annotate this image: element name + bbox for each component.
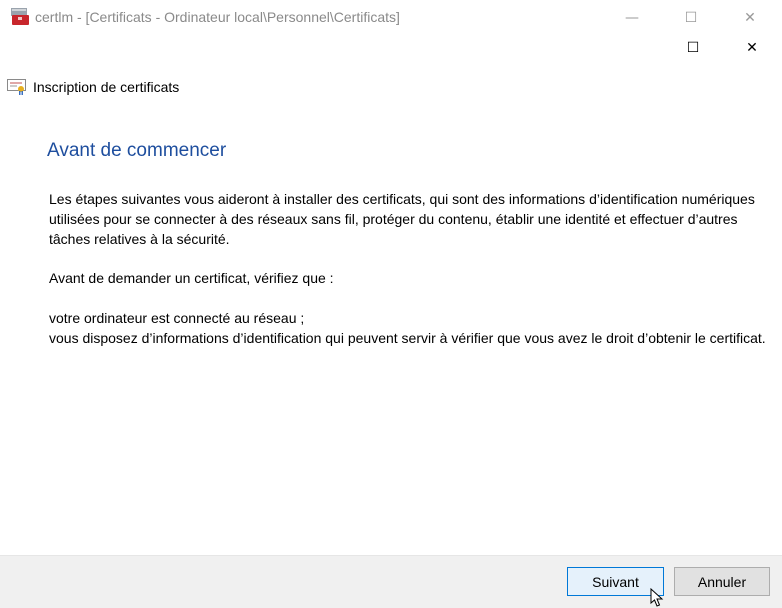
bg-maximize-button[interactable]: ☐: [668, 3, 714, 33]
prerequisite-item: votre ordinateur est connecté au réseau …: [49, 310, 305, 326]
prerequisite-item: vous disposez d’informations d’identific…: [49, 330, 766, 346]
dialog-footer: [0, 555, 782, 608]
window-title: certlm - [Certificats - Ordinateur local…: [35, 9, 400, 25]
maximize-button[interactable]: ☐: [670, 33, 716, 63]
dialog-title: Inscription de certificats: [33, 79, 180, 95]
bg-minimize-button[interactable]: —: [609, 3, 655, 33]
mouse-cursor-icon: [650, 588, 664, 607]
certificate-icon: [7, 79, 26, 95]
cancel-button[interactable]: Annuler: [674, 567, 770, 596]
intro-paragraph: Les étapes suivantes vous aideront à ins…: [49, 191, 755, 247]
page-heading: Avant de commencer: [47, 140, 227, 161]
prerequisites-label: Avant de demander un certificat, vérifie…: [49, 270, 334, 286]
bg-close-button[interactable]: ✕: [727, 3, 773, 33]
close-button[interactable]: ✕: [729, 33, 775, 63]
certlm-app-icon: [11, 8, 29, 25]
